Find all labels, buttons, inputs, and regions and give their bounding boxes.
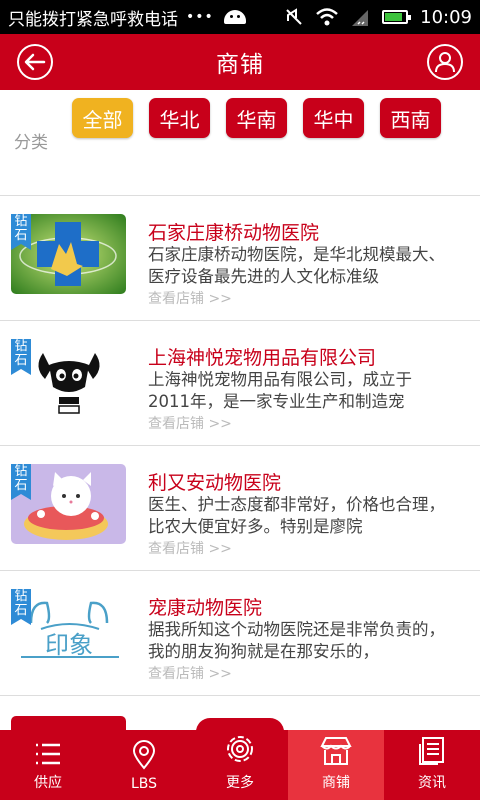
- bottom-nav: 供应 LBS 更多 商铺 资讯: [0, 730, 480, 800]
- shop-item[interactable]: 钻石 上海神悦宠物用品有限公司 上海神悦宠物用品有限公司，成立于2011年，是一…: [0, 321, 480, 446]
- diamond-badge: 钻石: [11, 339, 31, 375]
- chip-all[interactable]: 全部: [72, 98, 133, 138]
- chip-central[interactable]: 华中: [303, 98, 364, 138]
- diamond-badge: 钻石: [11, 589, 31, 625]
- tab-label: 资讯: [418, 775, 446, 791]
- logo-text: 印象: [45, 631, 93, 659]
- back-arrow-icon: [24, 53, 46, 71]
- category-filter: 分类 全部 华北 华南 华中 西南: [0, 90, 480, 196]
- shop-item[interactable]: 钻石 石家庄康桥动物医院 石家庄康桥动物医院，是华北规模最大、医疗设备最先进的人…: [0, 196, 480, 321]
- status-icons: 10:09: [284, 7, 472, 28]
- tab-news[interactable]: 资讯: [384, 730, 480, 800]
- tab-label: 商铺: [322, 775, 350, 791]
- tab-more[interactable]: 更多: [192, 730, 288, 800]
- shop-description: 上海神悦宠物用品有限公司，成立于2011年，是一家专业生产和制造宠: [148, 370, 412, 411]
- view-shop-link[interactable]: 查看店铺 >>: [148, 663, 232, 683]
- shop-description: 据我所知这个动物医院还是非常负责的，我的朋友狗狗就是在那安乐的，: [148, 620, 445, 661]
- location-pin-icon: [132, 740, 156, 770]
- signal-icon: [352, 10, 369, 26]
- diamond-badge: 钻石: [11, 464, 31, 500]
- battery-icon: [382, 10, 412, 24]
- view-shop-link[interactable]: 查看店铺 >>: [148, 413, 232, 433]
- tab-label: LBS: [130, 776, 158, 792]
- view-shop-link[interactable]: 查看店铺 >>: [148, 538, 232, 558]
- view-shop-link[interactable]: 查看店铺 >>: [148, 288, 232, 308]
- shop-name[interactable]: 利又安动物医院: [148, 468, 281, 495]
- shop-description: 医生、护士态度都非常好，价格也合理，比农大便宜好多。特别是廖院: [148, 495, 445, 536]
- category-chips: 全部 华北 华南 华中 西南: [72, 98, 441, 138]
- shop-item[interactable]: 钻石 利又安动物医院 医生、护士态度都非常好，价格也合理，比农大便宜好多。特别是…: [0, 446, 480, 571]
- tab-supply[interactable]: 供应: [0, 730, 96, 800]
- shop-item[interactable]: 印象 钻石 宠康动物医院 据我所知这个动物医院还是非常负责的，我的朋友狗狗就是在…: [0, 571, 480, 696]
- page-title: 商铺: [216, 52, 264, 78]
- tab-lbs[interactable]: LBS: [96, 730, 192, 800]
- app-root: 只能拨打紧急呼救电话 ••• 10:09 商铺 分类 全部 华北 华南 华中 西…: [0, 0, 480, 800]
- app-header: 商铺: [0, 34, 480, 90]
- back-button[interactable]: [17, 44, 53, 80]
- diamond-badge: 钻石: [11, 214, 31, 250]
- android-icon: [223, 10, 246, 24]
- tab-label: 供应: [34, 775, 62, 791]
- mute-icon: [286, 8, 302, 25]
- wifi-icon: [316, 8, 338, 26]
- list-icon: [36, 743, 60, 765]
- chip-north[interactable]: 华北: [149, 98, 210, 138]
- notification-dots: •••: [186, 9, 214, 25]
- next-shop-thumbnail-partial: [11, 716, 126, 730]
- shop-name[interactable]: 石家庄康桥动物医院: [148, 218, 319, 245]
- news-icon: [419, 737, 444, 765]
- shop-name[interactable]: 宠康动物医院: [148, 593, 262, 620]
- shop-name[interactable]: 上海神悦宠物用品有限公司: [148, 343, 376, 370]
- clock: 10:09: [420, 6, 472, 28]
- shop-list: 钻石 石家庄康桥动物医院 石家庄康桥动物医院，是华北规模最大、医疗设备最先进的人…: [0, 196, 480, 696]
- chip-south[interactable]: 华南: [226, 98, 287, 138]
- chip-southwest[interactable]: 西南: [380, 98, 441, 138]
- tab-label: 更多: [226, 775, 254, 791]
- gear-icon: [227, 736, 253, 762]
- user-icon: [435, 52, 455, 73]
- shop-description: 石家庄康桥动物医院，是华北规模最大、医疗设备最先进的人文化标准级: [148, 245, 445, 286]
- user-button[interactable]: [427, 44, 463, 80]
- category-label: 分类: [14, 133, 48, 153]
- carrier-text: 只能拨打紧急呼救电话: [8, 9, 178, 30]
- status-bar: 只能拨打紧急呼救电话 ••• 10:09: [0, 0, 480, 34]
- store-icon: [320, 737, 352, 765]
- tab-shop[interactable]: 商铺: [288, 730, 384, 800]
